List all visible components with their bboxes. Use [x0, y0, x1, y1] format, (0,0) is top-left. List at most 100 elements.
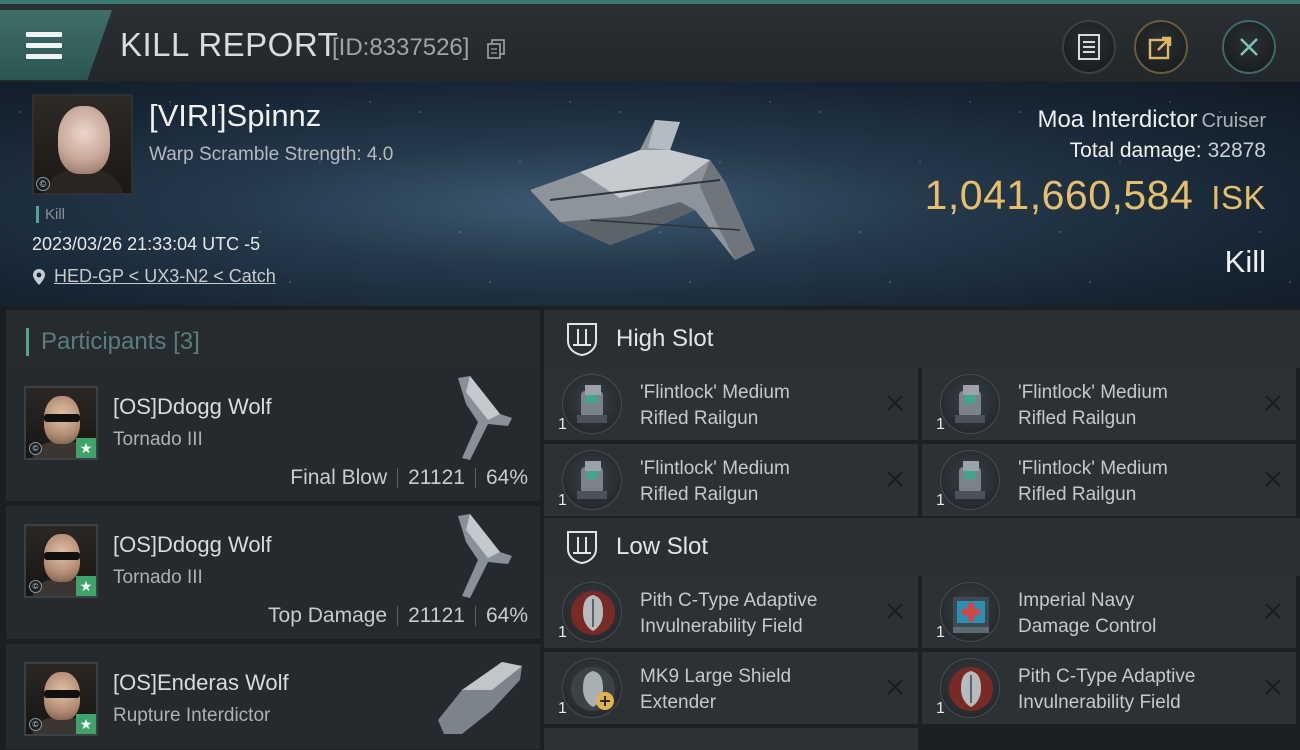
module-name: Imperial Navy Damage Control [1018, 590, 1157, 637]
module-name: 'Flintlock' Medium Rifled Railgun [1018, 458, 1168, 505]
participant-ship: Rupture Interdictor [113, 705, 271, 726]
total-damage-value: 32878 [1207, 139, 1266, 162]
module-quantity: 1 [558, 624, 567, 641]
menu-button[interactable] [0, 10, 112, 80]
close-icon [1240, 38, 1258, 56]
victim-summary: © [VIRI]Spinnz Warp Scramble Strength: 4… [0, 82, 1300, 306]
kill-datetime: 2023/03/26 21:33:04 UTC -5 [32, 234, 261, 254]
railgun-icon [562, 450, 622, 510]
remove-icon[interactable] [884, 676, 906, 698]
participant-ship-image [458, 376, 512, 460]
participant-avatar[interactable]: © ★ [24, 662, 98, 736]
victim-avatar[interactable]: © [32, 94, 133, 195]
page-title: KILL REPORT [120, 26, 339, 63]
module-quantity: 1 [558, 700, 567, 717]
star-icon: ★ [76, 438, 96, 458]
victim-name[interactable]: [VIRI]Spinnz [149, 98, 321, 134]
participant-ship: Tornado III [113, 567, 203, 588]
kill-result: Kill [1224, 244, 1266, 279]
module-item[interactable]: 1 MK9 Large Shield Extender [544, 652, 918, 724]
module-name: 'Flintlock' Medium Rifled Railgun [1018, 382, 1168, 429]
shield-module-icon [940, 658, 1000, 718]
warp-scramble-strength: Warp Scramble Strength: 4.0 [149, 144, 394, 165]
remove-icon[interactable] [884, 600, 906, 622]
copy-icon[interactable] [487, 39, 505, 59]
participant-name: [OS]Ddogg Wolf [113, 532, 272, 557]
module-item[interactable]: 1 Imperial Navy Damage Control [922, 576, 1296, 648]
isk-value: 1,041,660,584 ISK [924, 172, 1266, 218]
participant-ship-image [458, 514, 512, 598]
share-icon [1148, 36, 1172, 60]
fitting-panel: High Slot 1 'Flintlock' Medium Rifled Rai… [540, 306, 1300, 750]
participant-damage: 21121 [408, 604, 465, 627]
participants-panel: Participants [3] © ★ [OS]Ddogg Wolf Torn… [0, 306, 540, 750]
kill-tag: Kill [36, 206, 65, 223]
kill-location[interactable]: HED-GP < UX3-N2 < Catch [32, 266, 276, 287]
slot-icon [567, 323, 597, 357]
victim-ship-name[interactable]: Moa Interdictor Cruiser [1037, 106, 1266, 134]
participant-stats: Final Blow 21121 64% [290, 466, 528, 490]
module-item[interactable]: 1 Pith C-Type Adaptive Invulnerability Fi… [544, 576, 918, 648]
module-quantity: 1 [936, 416, 945, 433]
shield-extender-icon [562, 658, 622, 718]
railgun-icon [940, 450, 1000, 510]
module-quantity: 1 [558, 416, 567, 433]
participant-row[interactable]: © ★ [OS]Ddogg Wolf Tornado III Top Damag… [6, 506, 540, 640]
remove-icon[interactable] [1262, 468, 1284, 490]
high-slot-label: High Slot [616, 325, 714, 352]
participant-name: [OS]Ddogg Wolf [113, 394, 272, 419]
corp-icon: © [29, 580, 42, 593]
module-item[interactable]: 1 'Flintlock' Medium Rifled Railgun [922, 444, 1296, 516]
corp-icon: © [29, 442, 42, 455]
module-name: Pith C-Type Adaptive Invulnerability Fiel… [640, 590, 818, 637]
remove-icon[interactable] [884, 468, 906, 490]
low-slot-label: Low Slot [616, 533, 709, 560]
participants-label: Participants [3] [26, 328, 200, 356]
module-item-partial[interactable] [544, 728, 918, 750]
location-pin-icon [33, 268, 45, 285]
module-name: 'Flintlock' Medium Rifled Railgun [640, 382, 790, 429]
participant-row[interactable]: © ★ [OS]Enderas Wolf Rupture Interdictor [6, 644, 540, 750]
location-link[interactable]: HED-GP < UX3-N2 < Catch [54, 266, 276, 287]
star-icon: ★ [76, 576, 96, 596]
module-name: MK9 Large Shield Extender [640, 666, 792, 713]
module-quantity: 1 [936, 700, 945, 717]
clipboard-button[interactable] [1062, 20, 1116, 74]
module-quantity: 1 [936, 624, 945, 641]
participant-damage: 21121 [408, 466, 465, 489]
module-name: Pith C-Type Adaptive Invulnerability Fiel… [1018, 666, 1196, 713]
remove-icon[interactable] [884, 392, 906, 414]
railgun-icon [562, 374, 622, 434]
module-item[interactable]: 1 'Flintlock' Medium Rifled Railgun [544, 444, 918, 516]
module-item[interactable]: 1 Pith C-Type Adaptive Invulnerability Fi… [922, 652, 1296, 724]
participant-avatar[interactable]: © ★ [24, 524, 98, 598]
participant-row[interactable]: © ★ [OS]Ddogg Wolf Tornado III Final Blo… [6, 368, 540, 502]
corp-icon: © [29, 718, 42, 731]
low-slot-header: Low Slot [544, 518, 1300, 576]
victim-ship-image [530, 120, 755, 260]
participant-ship: Tornado III [113, 429, 203, 450]
remove-icon[interactable] [1262, 676, 1284, 698]
module-item[interactable]: 1 'Flintlock' Medium Rifled Railgun [544, 368, 918, 440]
report-id: [ID:8337526] [332, 34, 470, 61]
remove-icon[interactable] [1262, 392, 1284, 414]
share-button[interactable] [1134, 20, 1188, 74]
top-bar: KILL REPORT [ID:8337526] [0, 0, 1300, 82]
shield-module-icon [562, 582, 622, 642]
participant-avatar[interactable]: © ★ [24, 386, 98, 460]
participant-percent: 64% [485, 466, 528, 489]
slot-icon [567, 531, 597, 565]
ship-class: Cruiser [1201, 110, 1266, 132]
star-icon: ★ [76, 714, 96, 734]
remove-icon[interactable] [1262, 600, 1284, 622]
close-button[interactable] [1222, 20, 1276, 74]
railgun-icon [940, 374, 1000, 434]
participant-ship-image [438, 662, 522, 734]
high-slot-header: High Slot [544, 310, 1300, 368]
participant-percent: 64% [485, 604, 528, 627]
module-item[interactable]: 1 'Flintlock' Medium Rifled Railgun [922, 368, 1296, 440]
total-damage: Total damage: 32878 [1069, 139, 1266, 162]
module-name: 'Flintlock' Medium Rifled Railgun [640, 458, 790, 505]
participants-count: [3] [173, 328, 200, 355]
damage-control-icon [940, 582, 1000, 642]
